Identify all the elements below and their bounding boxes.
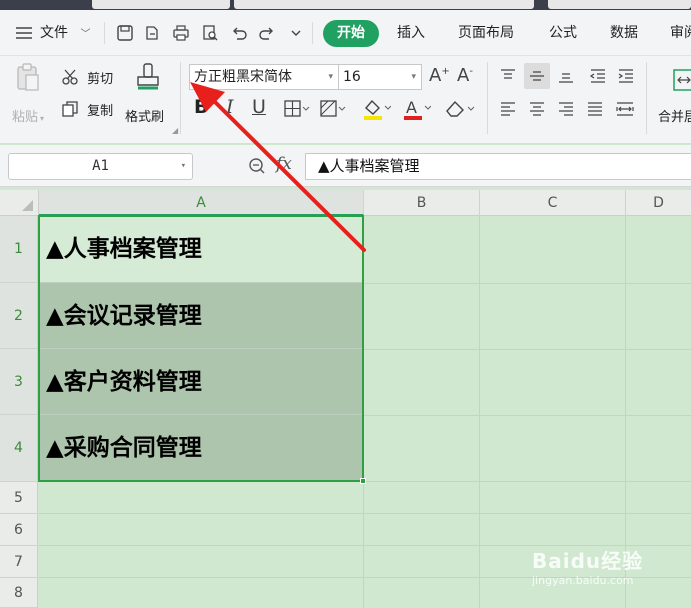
watermark-url: jingyan.baidu.com bbox=[532, 574, 634, 587]
watermark-brand: Baidu经验 bbox=[532, 549, 644, 573]
annotation-arrow bbox=[190, 82, 366, 252]
baidu-watermark: Baidu经验 jingyan.baidu.com bbox=[532, 545, 643, 587]
